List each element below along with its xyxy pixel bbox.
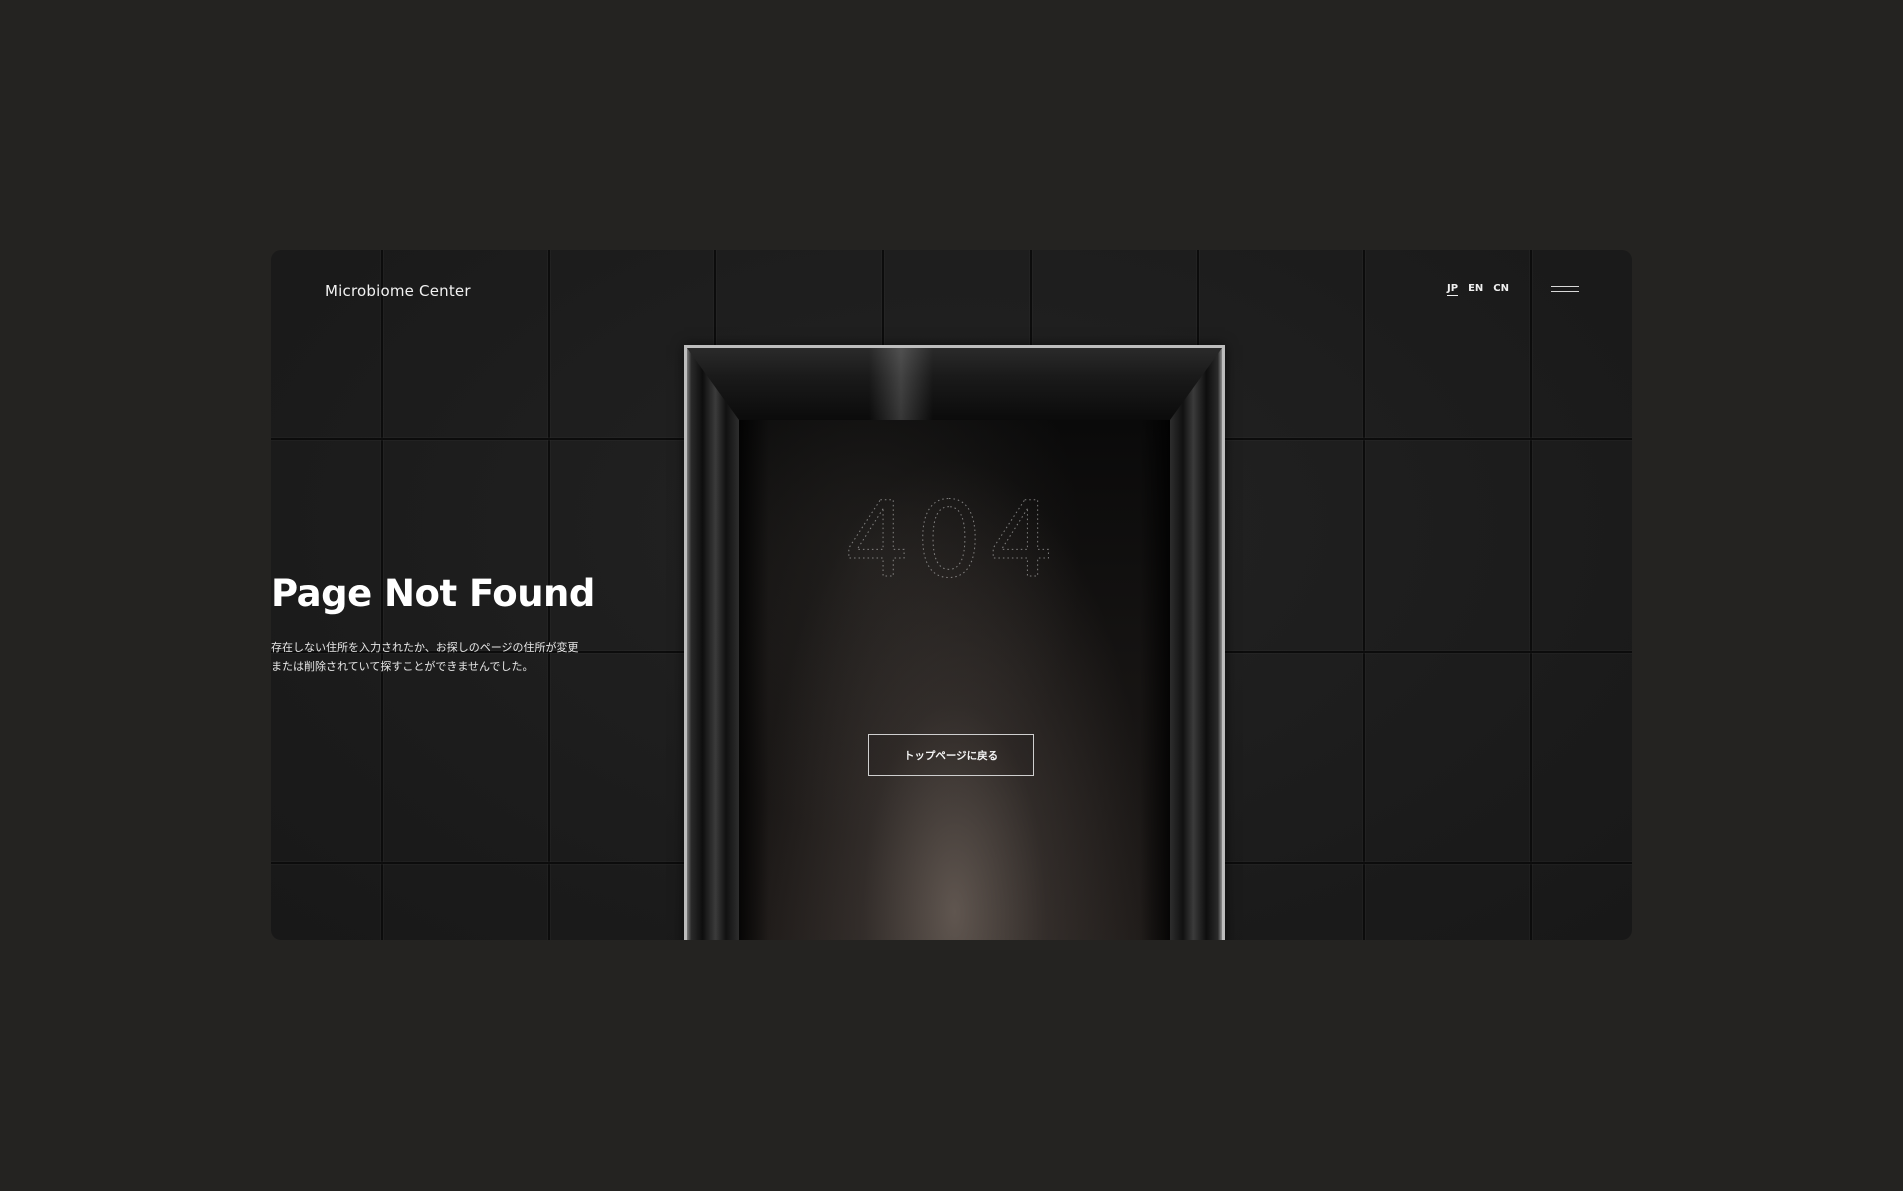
language-switcher: JP EN CN (1447, 283, 1509, 296)
hamburger-icon[interactable] (1551, 283, 1579, 295)
error-description: 存在しない住所を入力されたか、お探しのページの住所が変更 または削除されていて探… (271, 638, 1632, 676)
site-frame: Microbiome Center JP EN CN 404 Page Not … (271, 250, 1632, 940)
language-cn[interactable]: CN (1493, 283, 1509, 296)
error-code: 404 (843, 492, 1060, 582)
description-line: 存在しない住所を入力されたか、お探しのページの住所が変更 (271, 641, 579, 654)
page-title: Page Not Found (271, 572, 595, 615)
description-line: または削除されていて探すことができませんでした。 (271, 660, 534, 673)
site-header: Microbiome Center JP EN CN (271, 250, 1632, 332)
error-code-outline: 404 (843, 492, 1060, 582)
language-en[interactable]: EN (1468, 283, 1483, 296)
back-to-top-button[interactable]: トップページに戻る (868, 734, 1034, 776)
door-top-panel (687, 348, 1222, 420)
site-logo[interactable]: Microbiome Center (325, 282, 471, 300)
language-jp[interactable]: JP (1447, 283, 1459, 296)
